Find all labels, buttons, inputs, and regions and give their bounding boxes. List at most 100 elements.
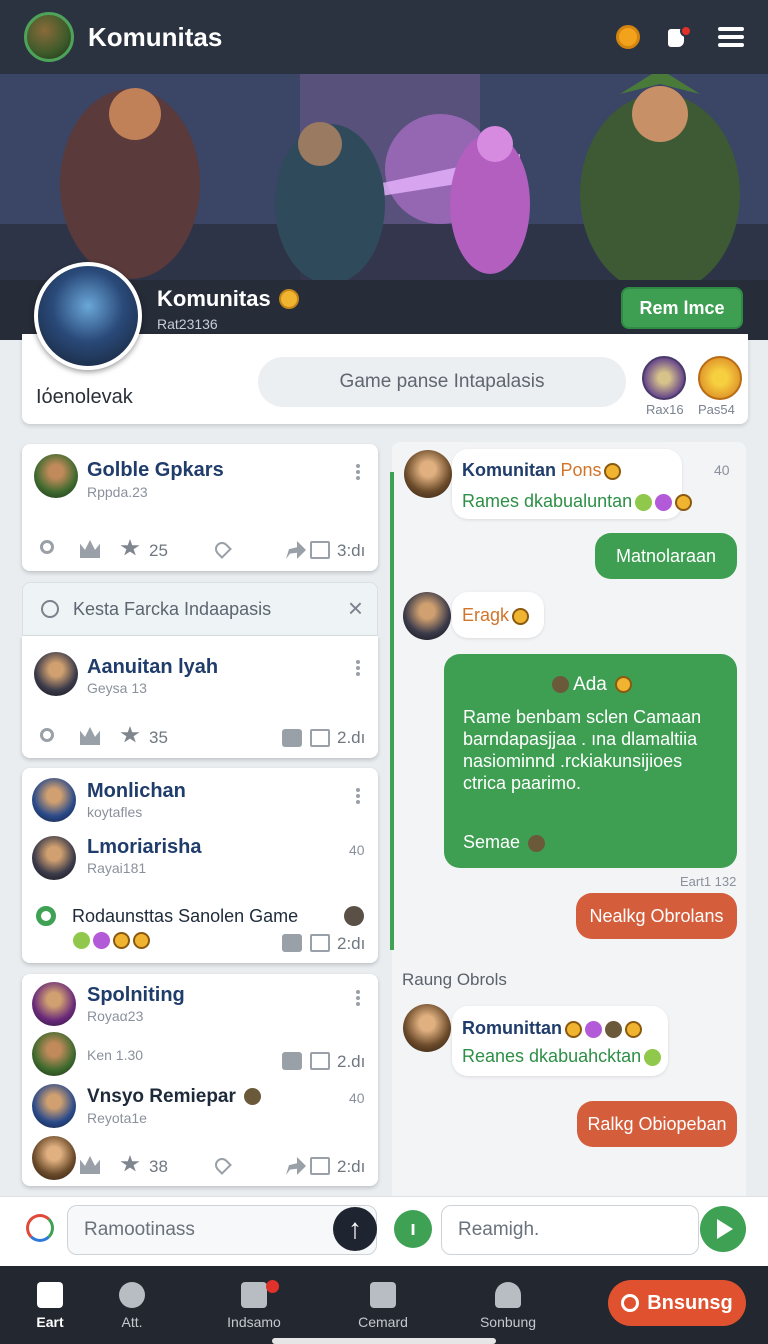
crown-icon[interactable] bbox=[80, 540, 100, 558]
nav-item-notifications[interactable]: Indsamo bbox=[204, 1266, 304, 1344]
header-actions bbox=[616, 25, 744, 49]
post-title-text: Vnsyo Remiepar bbox=[87, 1086, 236, 1107]
game-badge-icon[interactable] bbox=[642, 356, 686, 400]
heart-icon[interactable] bbox=[212, 1155, 232, 1175]
like-count: 35 bbox=[149, 728, 168, 747]
nav-item-activity[interactable]: Att. bbox=[82, 1266, 182, 1344]
avatar[interactable] bbox=[34, 652, 78, 696]
media-icon[interactable] bbox=[310, 1157, 330, 1175]
post-card[interactable]: Spolniting Royaα23 Ken 1.30 2.dı Vnsyo R… bbox=[22, 974, 378, 1186]
chat-message[interactable]: Eragk bbox=[452, 592, 544, 638]
avatar[interactable] bbox=[32, 1136, 76, 1180]
crown-icon[interactable] bbox=[80, 727, 100, 745]
star-icon[interactable] bbox=[120, 1155, 140, 1172]
send-button[interactable] bbox=[700, 1206, 746, 1252]
nav-item-cards[interactable]: Cemard bbox=[333, 1266, 433, 1344]
nav-search-button[interactable]: Bnsunsg bbox=[608, 1280, 746, 1326]
search-icon[interactable] bbox=[40, 540, 54, 554]
menu-icon[interactable] bbox=[718, 27, 744, 47]
chat-avatar[interactable] bbox=[403, 1004, 451, 1052]
share-count: 2.dı bbox=[337, 1052, 366, 1071]
chat-message[interactable]: Romunittan Reanes dkabuahcktan bbox=[452, 1006, 668, 1076]
emoji-icon bbox=[644, 1048, 662, 1066]
gold-badge-icon[interactable] bbox=[698, 356, 742, 400]
community-avatar[interactable] bbox=[34, 262, 142, 370]
notification-icon[interactable] bbox=[666, 25, 692, 49]
avatar[interactable] bbox=[32, 836, 76, 880]
emoji-row bbox=[70, 932, 150, 950]
share-count: 3:dı bbox=[337, 541, 366, 560]
join-button[interactable]: Rem lmce bbox=[621, 287, 743, 329]
chat-input[interactable]: Reamigh. bbox=[441, 1205, 699, 1255]
chat-avatar[interactable] bbox=[404, 450, 452, 498]
emoji-icon bbox=[244, 1088, 262, 1106]
chat-input-placeholder: Reamigh. bbox=[458, 1219, 540, 1240]
heart-icon[interactable] bbox=[212, 539, 232, 559]
post-search-bar[interactable]: Kesta Farcka Indaapasis × bbox=[22, 582, 378, 636]
reaction-icon[interactable] bbox=[344, 906, 364, 926]
nav-item-label: Eart bbox=[36, 1314, 64, 1330]
upload-button[interactable]: ↑ bbox=[333, 1207, 377, 1251]
search-icon[interactable] bbox=[616, 25, 640, 49]
share-icon[interactable] bbox=[286, 1157, 306, 1175]
avatar[interactable] bbox=[34, 454, 78, 498]
app-switch-icon[interactable] bbox=[26, 1214, 54, 1242]
nav-item-label: Indsamo bbox=[227, 1314, 281, 1330]
avatar[interactable] bbox=[32, 1032, 76, 1076]
post-card[interactable]: Aanuitan lyah Geysa 13 35 2.dı bbox=[22, 636, 378, 758]
badge-b-label: Pas54 bbox=[698, 402, 735, 417]
star-icon[interactable] bbox=[120, 726, 140, 743]
bag-icon[interactable] bbox=[282, 934, 302, 952]
nav-item-profile[interactable]: Sonbung bbox=[458, 1266, 558, 1344]
emoji-icon bbox=[615, 676, 633, 694]
nav-search-label: Bnsunsg bbox=[647, 1291, 733, 1314]
voice-button[interactable]: ı bbox=[394, 1210, 432, 1248]
chat-message[interactable]: Komunitan Pons Rames dkabualuntan bbox=[452, 449, 693, 519]
search-icon bbox=[41, 600, 59, 618]
post-card[interactable]: Monlichan koytafles Lmoriarisha Rayai181… bbox=[22, 768, 378, 963]
app-logo[interactable] bbox=[24, 12, 74, 62]
share-count: 2.dı bbox=[337, 728, 366, 747]
avatar[interactable] bbox=[32, 778, 76, 822]
emoji-icon bbox=[113, 932, 130, 950]
avatar[interactable] bbox=[32, 1084, 76, 1128]
media-icon[interactable] bbox=[310, 934, 330, 952]
chat-message-text: Matnolaraan bbox=[615, 545, 717, 566]
post-subtitle: Rppda.23 bbox=[87, 484, 148, 500]
bag-icon[interactable] bbox=[282, 729, 302, 747]
community-search[interactable]: Game panse Intapalasis bbox=[258, 357, 626, 407]
post-input[interactable]: Ramootinass bbox=[67, 1205, 377, 1255]
avatar[interactable] bbox=[32, 982, 76, 1026]
more-icon[interactable] bbox=[356, 788, 360, 804]
chat-message-out[interactable]: Nealkg Obrolans bbox=[576, 893, 737, 939]
close-icon[interactable]: × bbox=[348, 595, 363, 621]
chat-message-out[interactable]: Ralkg Obiopeban bbox=[577, 1101, 737, 1147]
post-card[interactable]: Golble Gpkars Rppda.23 25 3:dı bbox=[22, 444, 378, 571]
bag-icon[interactable] bbox=[282, 1052, 302, 1070]
post-subtitle: Royaα23 bbox=[87, 1008, 144, 1024]
chat-avatar[interactable] bbox=[403, 592, 451, 640]
chat-timestamp: Eart1 132 bbox=[680, 874, 737, 889]
chat-message-out[interactable]: Matnolaraan bbox=[595, 533, 737, 579]
star-icon[interactable] bbox=[120, 539, 140, 556]
user-icon bbox=[495, 1282, 521, 1308]
more-icon[interactable] bbox=[356, 990, 360, 1006]
chat-message-text: Nealkg Obrolans bbox=[589, 905, 724, 926]
crown-icon[interactable] bbox=[80, 1156, 100, 1174]
emoji-icon bbox=[528, 834, 546, 852]
chat-message-text: Ralkg Obiopeban bbox=[587, 1113, 727, 1134]
more-icon[interactable] bbox=[356, 464, 360, 480]
media-icon[interactable] bbox=[310, 1052, 330, 1070]
chat-thread-line bbox=[390, 472, 394, 950]
post-subtitle: Ken 1.30 bbox=[87, 1047, 144, 1063]
emoji-icon bbox=[73, 932, 90, 950]
share-icon[interactable] bbox=[286, 541, 306, 559]
media-icon[interactable] bbox=[310, 729, 330, 747]
emoji-icon bbox=[604, 1021, 622, 1039]
media-icon[interactable] bbox=[310, 541, 330, 559]
more-icon[interactable] bbox=[356, 660, 360, 676]
chat-message-out[interactable]: Ada Rame benbam sclen Camaan barndapasjj… bbox=[444, 654, 737, 868]
search-icon[interactable] bbox=[40, 728, 54, 742]
chat-message-text: Rames dkabualuntan bbox=[462, 491, 633, 511]
app-header: Komunitas bbox=[0, 0, 768, 74]
